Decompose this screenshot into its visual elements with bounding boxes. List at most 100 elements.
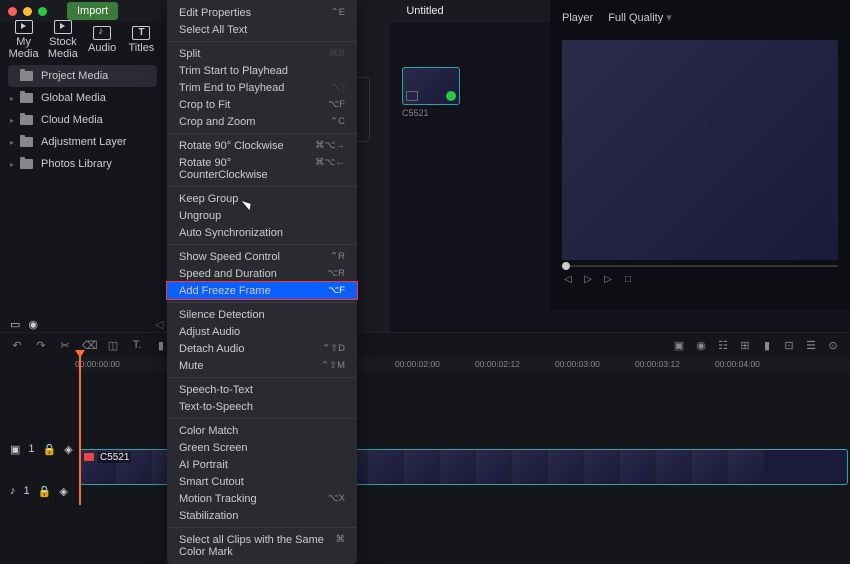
cursor-icon: [245, 198, 255, 210]
prev-frame-icon[interactable]: ◁: [562, 273, 574, 285]
expand-icon[interactable]: ⊙: [826, 339, 840, 352]
playhead[interactable]: [79, 355, 81, 505]
audio-icon: [93, 26, 111, 40]
folder-icon: [20, 93, 33, 103]
mute-icon[interactable]: ◈: [59, 485, 67, 498]
collapse-icon[interactable]: ◁: [155, 318, 163, 331]
next-frame-icon[interactable]: ▷: [602, 273, 614, 285]
zoom-icon[interactable]: ⊞: [738, 339, 752, 352]
visibility-icon[interactable]: ◈: [64, 443, 72, 456]
menu-item[interactable]: Rotate 90° CounterClockwise⌘⌥←: [167, 154, 357, 183]
menu-item: Text-to-Speech: [167, 398, 357, 415]
tab-titles[interactable]: Titles: [123, 20, 160, 60]
menu-item[interactable]: Crop to Fit⌥F: [167, 96, 357, 113]
crop-icon[interactable]: ◫: [106, 339, 120, 352]
menu-item[interactable]: Green Screen: [167, 439, 357, 456]
menu-item: Auto Synchronization: [167, 224, 357, 241]
timecode: 00:00:02:12: [475, 359, 520, 369]
cut-icon[interactable]: ✂: [58, 339, 72, 352]
menu-item: Ungroup: [167, 207, 357, 224]
timecode: 00:00:00:00: [75, 359, 120, 369]
track-number: 1: [28, 443, 34, 455]
folder-icon[interactable]: ▭: [10, 318, 20, 331]
lock-icon[interactable]: 🔒: [38, 485, 52, 498]
sidebar-item-project-media[interactable]: Project Media: [8, 65, 157, 87]
folder-icon: [20, 159, 33, 169]
tab-audio[interactable]: Audio: [84, 20, 121, 60]
thumbnail-label: C5521: [402, 108, 460, 118]
text-icon[interactable]: T.: [130, 339, 144, 351]
menu-item[interactable]: Add Freeze Frame⌥F: [167, 282, 357, 299]
menu-item[interactable]: Edit Properties⌃E: [167, 4, 357, 21]
quality-dropdown[interactable]: Full Quality ▾: [608, 11, 672, 24]
timecode: 00:00:04:00: [715, 359, 760, 369]
record-icon[interactable]: ◉: [28, 318, 38, 331]
marker2-icon[interactable]: ▮: [760, 339, 774, 352]
menu-item: Trim End to Playhead⌥]: [167, 79, 357, 96]
menu-item[interactable]: Silence Detection: [167, 306, 357, 323]
sidebar-item-cloud-media[interactable]: Cloud Media: [0, 109, 165, 131]
menu-item[interactable]: Speed and Duration⌥R: [167, 265, 357, 282]
redo-icon[interactable]: ↷: [34, 339, 48, 352]
close-icon[interactable]: [8, 7, 17, 16]
clip-label: C5521: [98, 452, 131, 463]
player-tab[interactable]: Player: [562, 12, 593, 24]
sidebar-item-adjustment-layer[interactable]: Adjustment Layer: [0, 131, 165, 153]
menu-item: Keep Group: [167, 190, 357, 207]
mixer-icon[interactable]: ☷: [716, 339, 730, 352]
sidebar: Project Media Global Media Cloud Media A…: [0, 57, 165, 183]
media-thumbnail[interactable]: C5521: [402, 67, 460, 118]
media-icon: [15, 20, 33, 34]
menu-item[interactable]: Smart Cutout: [167, 473, 357, 490]
player-viewport: [562, 40, 838, 260]
play-icon[interactable]: ▷: [582, 273, 594, 285]
folder-icon: [20, 115, 33, 125]
marker-icon[interactable]: ▮: [154, 339, 168, 352]
settings-icon[interactable]: ☰: [804, 339, 818, 352]
audio-track-icon: ♪: [10, 485, 16, 497]
context-menu: Edit Properties⌃ESelect All Text Split⌘B T…: [167, 0, 357, 564]
video-track: ▣ 1 🔒 ◈ C5521: [0, 430, 850, 468]
import-button[interactable]: Import: [67, 2, 118, 20]
record-icon[interactable]: ◉: [694, 339, 708, 352]
menu-item[interactable]: Mute⌃⇧M: [167, 357, 357, 374]
delete-icon[interactable]: ⌫: [82, 339, 96, 352]
stop-icon[interactable]: □: [622, 273, 634, 285]
lock-icon[interactable]: 🔒: [43, 443, 57, 456]
menu-item[interactable]: Select all Clips with the Same Color Mar…: [167, 531, 357, 560]
menu-item[interactable]: AI Portrait: [167, 456, 357, 473]
menu-item[interactable]: Detach Audio⌃⇧D: [167, 340, 357, 357]
stock-icon: [54, 20, 72, 34]
timecode: 00:00:03:12: [635, 359, 680, 369]
menu-item[interactable]: Adjust Audio: [167, 323, 357, 340]
media-tabs: My Media Stock Media Audio Titles: [0, 22, 165, 57]
track-number: 1: [24, 485, 30, 497]
sidebar-item-photos-library[interactable]: Photos Library: [0, 153, 165, 175]
menu-item[interactable]: Motion Tracking⌥X: [167, 490, 357, 507]
menu-item[interactable]: Speech-to-Text: [167, 381, 357, 398]
fit-icon[interactable]: ⊡: [782, 339, 796, 352]
project-title: Untitled: [406, 5, 443, 17]
player-progress[interactable]: [562, 265, 838, 267]
titles-icon: [132, 26, 150, 40]
folder-icon: [20, 137, 33, 147]
minimize-icon[interactable]: [23, 7, 32, 16]
menu-item: Select All Text: [167, 21, 357, 38]
video-track-icon: ▣: [10, 443, 20, 456]
maximize-icon[interactable]: [38, 7, 47, 16]
menu-item[interactable]: Rotate 90° Clockwise⌘⌥→: [167, 137, 357, 154]
timeline-toolbar: ↶ ↷ ✂ ⌫ ◫ T. ▮ ▣ ◉ ☷ ⊞ ▮ ⊡ ☰ ⊙: [0, 332, 850, 357]
sidebar-item-global-media[interactable]: Global Media: [0, 87, 165, 109]
panel-footer: ▭ ◉: [10, 318, 38, 331]
menu-item[interactable]: Stabilization: [167, 507, 357, 524]
undo-icon[interactable]: ↶: [10, 339, 24, 352]
thumbnail-image: [402, 67, 460, 105]
menu-item[interactable]: Color Match: [167, 422, 357, 439]
window-controls: [0, 7, 47, 16]
menu-item[interactable]: Crop and Zoom⌃C: [167, 113, 357, 130]
menu-item: Split⌘B: [167, 45, 357, 62]
menu-item[interactable]: Show Speed Control⌃R: [167, 248, 357, 265]
timecode: 00:00:02:00: [395, 359, 440, 369]
timecode: 00:00:03:00: [555, 359, 600, 369]
render-icon[interactable]: ▣: [672, 339, 686, 352]
